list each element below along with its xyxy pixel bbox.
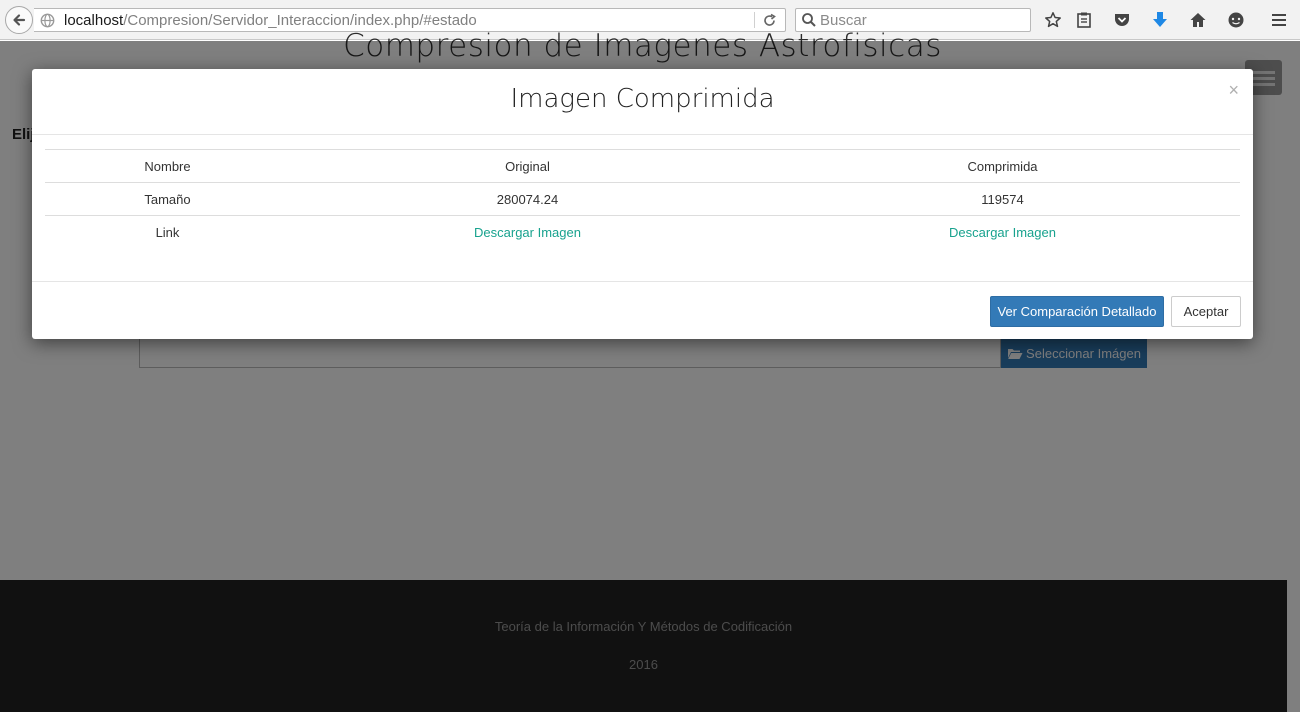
original-size: 280074.24: [290, 182, 765, 216]
view-comparison-button[interactable]: Ver Comparación Detallado: [990, 296, 1164, 327]
table-cell: Descargar Imagen: [765, 215, 1240, 249]
url-host: localhost: [64, 12, 124, 29]
search-icon: [802, 13, 816, 27]
back-arrow-icon: [13, 14, 26, 26]
table-cell: Original: [290, 149, 765, 183]
globe-icon: [40, 13, 55, 28]
table-cell: Nombre: [45, 149, 290, 183]
accept-button[interactable]: Aceptar: [1171, 296, 1241, 327]
table-row: Tamaño 280074.24 119574: [45, 182, 1240, 216]
download-compressed-link[interactable]: Descargar Imagen: [949, 225, 1056, 240]
table-cell: Tamaño: [45, 182, 290, 216]
url-divider: [754, 12, 755, 28]
url-path: /Compresion/Servidor_Interaccion/index.p…: [123, 12, 477, 29]
search-placeholder: Buscar: [820, 12, 867, 29]
table-cell: Comprimida: [765, 149, 1240, 183]
modal-header: Imagen Comprimida ×: [32, 69, 1253, 135]
modal-title: Imagen Comprimida: [510, 84, 775, 114]
close-icon[interactable]: ×: [1228, 81, 1239, 99]
download-original-link[interactable]: Descargar Imagen: [474, 225, 581, 240]
table-row: Nombre Original Comprimida: [45, 149, 1240, 183]
comparison-table: Nombre Original Comprimida Tamaño 280074…: [45, 149, 1240, 249]
table-cell: Link: [45, 215, 290, 249]
table-row: Link Descargar Imagen Descargar Imagen: [45, 215, 1240, 249]
compressed-image-modal: Imagen Comprimida × Nombre Original Comp…: [32, 69, 1253, 339]
url-text: localhost/Compresion/Servidor_Interaccio…: [64, 12, 477, 29]
compressed-size: 119574: [765, 182, 1240, 216]
modal-footer: Ver Comparación Detallado Aceptar: [32, 281, 1253, 339]
reload-icon[interactable]: [762, 13, 777, 28]
table-cell: Descargar Imagen: [290, 215, 765, 249]
